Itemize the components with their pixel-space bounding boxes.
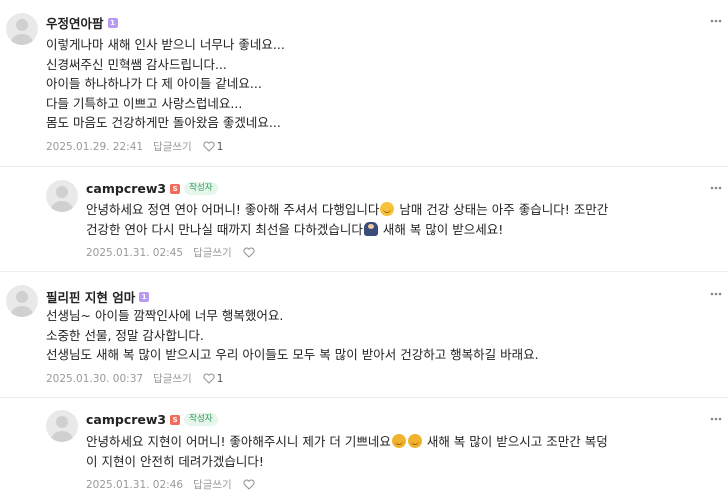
comment-text-part: 안녕하세요 지현이 어머니! 좋아해주시니 제가 더 기쁘네요 <box>86 434 391 449</box>
comment-author[interactable]: 우정연아팜 1 <box>46 13 118 32</box>
smiling-face-emoji <box>380 202 395 216</box>
comment-author[interactable]: campcrew3 S 작성자 <box>86 412 218 427</box>
staff-badge: S <box>170 414 181 425</box>
divider <box>0 271 728 272</box>
author-tag: 작성자 <box>184 182 218 195</box>
comment-meta: 2025.01.29. 22:41 답글쓰기 1 <box>46 139 223 154</box>
default-avatar-icon <box>51 416 73 442</box>
more-vertical-icon <box>710 19 722 23</box>
author-name[interactable]: campcrew3 <box>86 181 166 196</box>
more-options-button[interactable] <box>710 14 722 28</box>
more-options-button[interactable] <box>710 412 722 426</box>
default-avatar-icon <box>51 186 73 212</box>
person-bowing-emoji <box>363 221 378 236</box>
heart-icon <box>203 373 215 384</box>
like-button[interactable]: 1 <box>203 372 224 385</box>
comment-meta: 2025.01.30. 00:37 답글쓰기 1 <box>46 371 223 386</box>
reply-button[interactable]: 답글쓰기 <box>153 139 192 154</box>
avatar[interactable] <box>46 180 78 212</box>
more-options-button[interactable] <box>710 287 722 301</box>
comment-text-part: 안녕하세요 정연 연아 어머니! 좋아해 주셔서 다행입니다 <box>86 202 380 217</box>
grinning-sweat-emoji <box>407 434 422 448</box>
more-options-button[interactable] <box>710 181 722 195</box>
like-button[interactable] <box>243 479 255 490</box>
reply-button[interactable]: 답글쓰기 <box>153 371 192 386</box>
level-badge: 1 <box>107 17 118 28</box>
comment-meta: 2025.01.31. 02:46 답글쓰기 <box>86 477 255 492</box>
like-button[interactable]: 1 <box>203 140 224 153</box>
comment-text: 안녕하세요 정연 연아 어머니! 좋아해 주셔서 다행입니다 남매 건강 상태는… <box>86 200 716 239</box>
divider <box>0 397 728 398</box>
default-avatar-icon <box>11 19 33 45</box>
more-vertical-icon <box>710 417 722 421</box>
author-name[interactable]: 우정연아팜 <box>46 13 104 32</box>
reply-button[interactable]: 답글쓰기 <box>193 477 232 492</box>
author-name[interactable]: campcrew3 <box>86 412 166 427</box>
comment-text: 안녕하세요 지현이 어머니! 좋아해주시니 제가 더 기쁘네요 새해 복 많이 … <box>86 432 716 471</box>
reply-button[interactable]: 답글쓰기 <box>193 245 232 260</box>
like-button[interactable] <box>243 247 255 258</box>
comment-text: 선생님~ 아이들 깜짝인사에 너무 행복했어요. 소중한 선물, 정말 감사합니… <box>46 308 539 362</box>
heart-icon <box>203 141 215 152</box>
avatar[interactable] <box>6 285 38 317</box>
comment-date: 2025.01.29. 22:41 <box>46 140 144 153</box>
grinning-sweat-emoji <box>391 434 406 448</box>
heart-icon <box>243 247 255 258</box>
like-count: 1 <box>216 140 224 153</box>
comment-text: 이렇게나마 새해 인사 받으니 너무나 좋네요... 신경써주신 민혁쌤 감사드… <box>46 37 285 130</box>
comment-date: 2025.01.31. 02:45 <box>86 246 184 259</box>
divider <box>0 166 728 167</box>
comment-author[interactable]: 필리핀 지현 엄마 1 <box>46 287 150 306</box>
staff-badge: S <box>170 183 181 194</box>
like-count: 1 <box>216 372 224 385</box>
avatar[interactable] <box>46 410 78 442</box>
author-tag: 작성자 <box>184 413 218 426</box>
author-name[interactable]: 필리핀 지현 엄마 <box>46 287 135 306</box>
comment-text-part: 새해 복 많이 받으세요! <box>378 221 504 237</box>
comment-date: 2025.01.30. 00:37 <box>46 372 144 385</box>
more-vertical-icon <box>710 292 722 296</box>
avatar[interactable] <box>6 13 38 45</box>
comment-meta: 2025.01.31. 02:45 답글쓰기 <box>86 245 255 260</box>
more-vertical-icon <box>710 186 722 190</box>
comment-date: 2025.01.31. 02:46 <box>86 478 184 491</box>
comment-author[interactable]: campcrew3 S 작성자 <box>86 181 218 196</box>
heart-icon <box>243 479 255 490</box>
level-badge: 1 <box>139 291 150 302</box>
default-avatar-icon <box>11 291 33 317</box>
